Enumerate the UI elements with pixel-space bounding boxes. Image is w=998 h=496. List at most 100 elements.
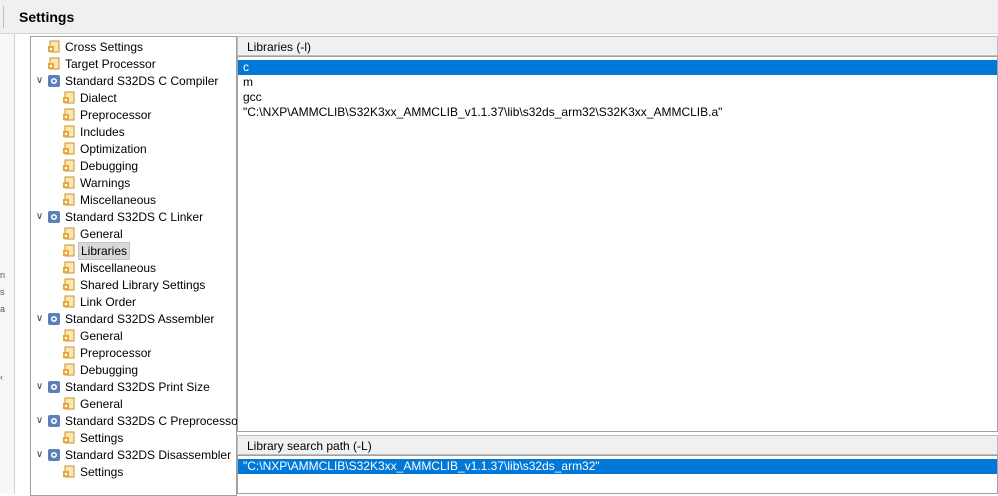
tree-item[interactable]: Miscellaneous	[60, 259, 158, 276]
chevron-down-icon[interactable]: ∨	[34, 378, 45, 395]
tree-item-label: Includes	[80, 124, 125, 139]
tool-icon	[48, 312, 60, 325]
settings-page-icon	[63, 176, 75, 188]
libraries-header: Libraries (-l)	[237, 36, 998, 56]
list-item[interactable]: "C:\NXP\AMMCLIB\S32K3xx_AMMCLIB_v1.1.37\…	[238, 459, 997, 474]
chevron-down-icon[interactable]: ∨	[34, 310, 45, 327]
tree-item-label: Standard S32DS C Compiler	[65, 73, 219, 88]
tree-item-label: Standard S32DS Print Size	[65, 379, 210, 394]
settings-page-icon	[48, 57, 60, 69]
tree-item[interactable]: ∨ Standard S32DS C Preprocessor	[34, 412, 244, 429]
list-item[interactable]: "C:\NXP\AMMCLIB\S32K3xx_AMMCLIB_v1.1.37\…	[238, 105, 997, 120]
tree-item[interactable]: Settings	[60, 463, 125, 480]
tree-item[interactable]: Settings	[60, 429, 125, 446]
tree-item-label: Preprocessor	[80, 107, 152, 122]
settings-page-icon	[63, 465, 75, 477]
left-gutter: n s a ‹	[0, 34, 15, 494]
tree-item-label: Miscellaneous	[80, 192, 157, 207]
tree-item-label: Libraries	[78, 241, 131, 260]
tree-item[interactable]: ∨ Standard S32DS C Linker	[34, 208, 205, 225]
settings-page-icon	[63, 329, 75, 341]
tree-item[interactable]: Optimization	[60, 140, 149, 157]
chevron-down-icon[interactable]: ∨	[34, 412, 45, 429]
libraries-list[interactable]: c m gcc "C:\NXP\AMMCLIB\S32K3xx_AMMCLIB_v1.…	[237, 56, 998, 432]
settings-page-icon	[63, 431, 75, 443]
tree-item[interactable]: Includes	[60, 123, 127, 140]
tree-item-label: Target Processor	[65, 56, 156, 71]
settings-page-icon	[63, 363, 75, 375]
tree-item-label: Miscellaneous	[80, 260, 157, 275]
gutter-char: a	[0, 304, 6, 314]
gutter-char: n	[0, 270, 6, 280]
tree-item[interactable]: ∨ Standard S32DS Disassembler	[34, 446, 233, 463]
tree-item-label: Settings	[80, 430, 124, 445]
tree-item-label: General	[80, 396, 123, 411]
tree-item[interactable]: ∨ Standard S32DS Assembler	[34, 310, 216, 327]
tree-item-label: Dialect	[80, 90, 117, 105]
chevron-down-icon[interactable]: ∨	[34, 208, 45, 225]
tree-item[interactable]: Shared Library Settings	[60, 276, 207, 293]
tree-item[interactable]: Debugging	[60, 361, 140, 378]
settings-page-icon	[63, 142, 75, 154]
tree-item[interactable]: Miscellaneous	[60, 191, 158, 208]
tool-icon	[48, 414, 60, 427]
tree-item[interactable]: Link Order	[60, 293, 138, 310]
tool-icon	[48, 74, 60, 87]
tree-item-label: Debugging	[80, 158, 139, 173]
settings-page-icon	[63, 125, 75, 137]
tree-item[interactable]: Debugging	[60, 157, 140, 174]
search-path-list[interactable]: "C:\NXP\AMMCLIB\S32K3xx_AMMCLIB_v1.1.37\…	[237, 455, 998, 494]
tree-item[interactable]: General	[60, 327, 125, 344]
tree-item-label: Settings	[80, 464, 124, 479]
settings-page-icon	[63, 91, 75, 103]
tree-item[interactable]: Dialect	[60, 89, 119, 106]
settings-page-icon	[63, 108, 75, 120]
tree-item[interactable]: ∨ Standard S32DS Print Size	[34, 378, 212, 395]
settings-page-icon	[63, 346, 75, 358]
list-item[interactable]: m	[238, 75, 997, 90]
chevron-down-icon[interactable]: ∨	[34, 446, 45, 463]
tree-item[interactable]: Libraries	[60, 241, 131, 260]
tree-item[interactable]: Target Processor	[45, 55, 158, 72]
settings-page-icon	[63, 397, 75, 409]
settings-page-icon	[63, 278, 75, 290]
tree-item-label: Standard S32DS C Linker	[65, 209, 204, 224]
settings-page-icon	[63, 159, 75, 171]
gutter-char: ‹	[0, 372, 3, 382]
tree-item-label: Standard S32DS Assembler	[65, 311, 215, 326]
tree-item-label: Preprocessor	[80, 345, 152, 360]
tree-item-label: Standard S32DS Disassembler	[65, 447, 232, 462]
tree-item[interactable]: Cross Settings	[45, 38, 145, 55]
gutter-char: s	[0, 287, 5, 297]
settings-page-icon	[63, 244, 75, 256]
settings-tree[interactable]: Cross Settings Target Processor ∨ Standard …	[30, 36, 242, 496]
list-item[interactable]: gcc	[238, 90, 997, 105]
page-title: Settings	[19, 9, 75, 25]
tree-item-label: General	[80, 328, 123, 343]
settings-page-icon	[63, 261, 75, 273]
title-bar: Settings	[0, 0, 998, 34]
tree-item-label: Cross Settings	[65, 39, 144, 54]
tree-item[interactable]: General	[60, 225, 125, 242]
settings-page-icon	[63, 295, 75, 307]
list-item[interactable]: c	[238, 60, 997, 75]
tool-icon	[48, 380, 60, 393]
tree-item[interactable]: Preprocessor	[60, 344, 153, 361]
tree-item[interactable]: Preprocessor	[60, 106, 153, 123]
tree-item[interactable]: ∨ Standard S32DS C Compiler	[34, 72, 220, 89]
title-bar-edge	[0, 6, 4, 28]
settings-page-icon	[48, 40, 60, 52]
tool-icon	[48, 448, 60, 461]
search-path-label: Library search path (-L)	[247, 439, 372, 453]
tree-item-label: Shared Library Settings	[80, 277, 206, 292]
tree-item[interactable]: Warnings	[60, 174, 132, 191]
tree-item-label: Optimization	[80, 141, 147, 156]
tree-item[interactable]: General	[60, 395, 125, 412]
chevron-down-icon[interactable]: ∨	[34, 72, 45, 89]
tool-icon	[48, 210, 60, 223]
tree-item-label: Warnings	[80, 175, 131, 190]
tree-item-label: Standard S32DS C Preprocessor	[65, 413, 242, 428]
settings-page-icon	[63, 227, 75, 239]
libraries-label: Libraries (-l)	[247, 40, 312, 54]
tree-item-label: Link Order	[80, 294, 137, 309]
